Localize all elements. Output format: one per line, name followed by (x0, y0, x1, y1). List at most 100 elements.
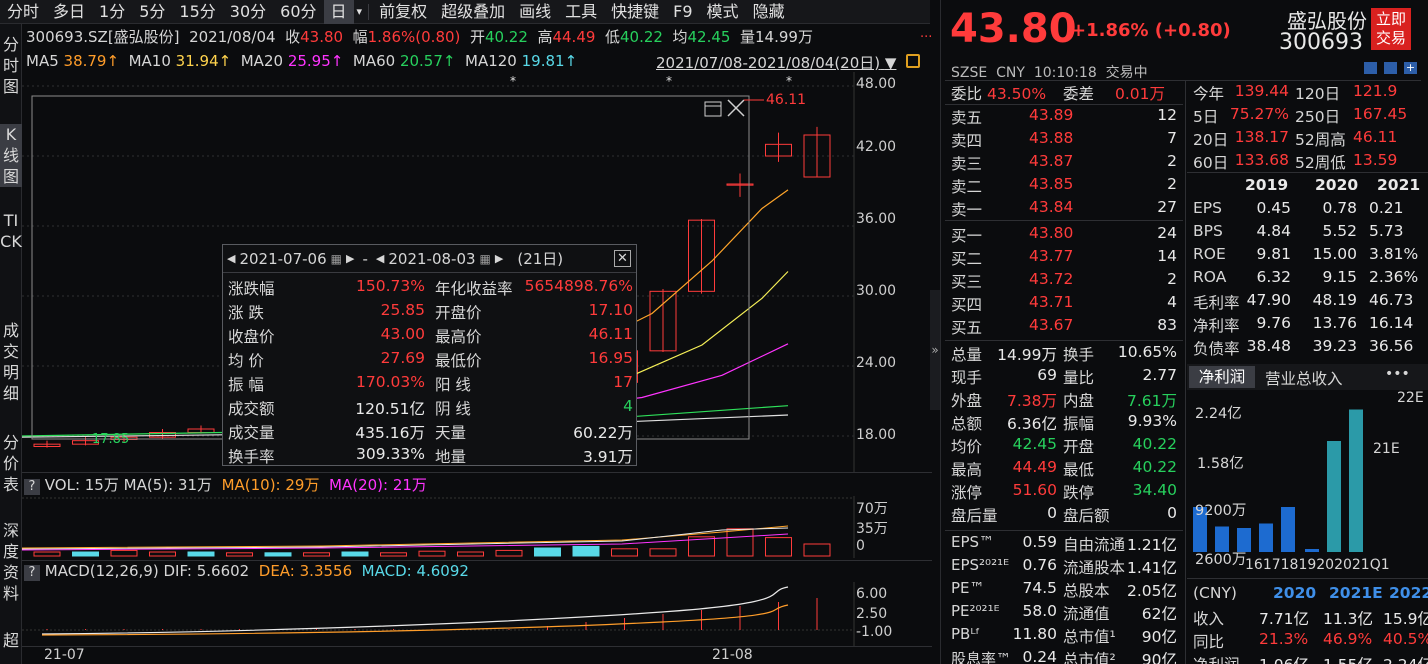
volume-legend: ? VOL: 15万 MA(5): 31万 MA(10): 29万 MA(20)… (24, 474, 427, 495)
vtab-more[interactable]: 超 (0, 630, 22, 651)
tools-button[interactable]: 工具 (558, 0, 604, 24)
profit-bar (1305, 549, 1319, 552)
fin-value: 5.52 (1322, 222, 1357, 240)
window-icon[interactable] (1384, 62, 1397, 74)
weicha-value: 0.01万 (1114, 85, 1165, 103)
profit-bar (1349, 409, 1363, 552)
tab-5min[interactable]: 5分 (132, 0, 172, 24)
shortcut-button[interactable]: 快捷键 (604, 0, 666, 24)
tab-30min[interactable]: 30分 (223, 0, 273, 24)
bid-price: 43.77 (1029, 247, 1074, 265)
close-popup-icon[interactable]: ✕ (614, 250, 631, 267)
low-value: 40.22 (619, 28, 663, 46)
draw-button[interactable]: 画线 (512, 0, 558, 24)
fin-value: 38.48 (1246, 337, 1291, 355)
avg-value: 42.45 (687, 28, 731, 46)
calendar-icon[interactable]: ▦ (331, 252, 342, 266)
forecast-value: 1.55亿 (1323, 653, 1373, 664)
perf-label: 250日 (1295, 108, 1341, 126)
tab-revenue[interactable]: 营业总收入 (1265, 367, 1343, 389)
edit-icon[interactable] (1364, 62, 1377, 74)
next-start-icon[interactable]: ▶ (346, 252, 354, 265)
more-icon[interactable]: ••• (1385, 366, 1410, 382)
trade-button[interactable]: 立即交易 (1371, 8, 1411, 50)
start-date[interactable]: 2021-07-06 (239, 250, 326, 268)
calendar-icon[interactable]: ▦ (480, 252, 491, 266)
stat-label: 开盘 (1063, 438, 1095, 456)
volume-bar (457, 551, 484, 557)
popup-value: 27.69 (380, 349, 425, 367)
close-selection-icon[interactable] (727, 99, 745, 117)
vol-current: VOL: 15万 (44, 476, 119, 494)
fin-value: 9.76 (1256, 314, 1291, 332)
vtab-depth[interactable]: 深度资料 (0, 520, 22, 604)
adjust-button[interactable]: 前复权 (372, 0, 434, 24)
event-star-icon[interactable]: * (666, 74, 672, 88)
hide-button[interactable]: 隐藏 (746, 0, 792, 24)
vtab-tick[interactable]: TICK (0, 210, 22, 252)
mode-button[interactable]: 模式 (700, 0, 746, 24)
popup-value: 435.16万 (355, 424, 425, 442)
lock-icon[interactable] (906, 54, 920, 68)
macd-value: MACD: 4.6092 (361, 562, 469, 580)
weicha-label: 委差 (1063, 85, 1095, 103)
panel-divider (22, 560, 932, 561)
vtab-trades[interactable]: 成交明细 (0, 320, 22, 404)
popup-value: 16.95 (588, 349, 633, 367)
vtab-kline[interactable]: K线图 (0, 124, 22, 187)
vol-ma-line (22, 525, 789, 549)
range-dropdown-icon[interactable]: ▼ (885, 54, 897, 72)
ask-price: 43.88 (1029, 129, 1074, 147)
perf-label: 120日 (1295, 85, 1341, 103)
bid-volume: 2 (1167, 270, 1177, 288)
period-dropdown-icon[interactable]: ▾ (354, 0, 366, 24)
fund-value: 0.24 (1022, 648, 1057, 664)
perf-value: 121.9 (1353, 82, 1398, 100)
tab-intraday[interactable]: 分时 (0, 0, 46, 24)
open-value: 40.22 (484, 28, 528, 46)
overlay-button[interactable]: 超级叠加 (434, 0, 512, 24)
tab-1min[interactable]: 1分 (92, 0, 132, 24)
vtab-price-table[interactable]: 分价表 (0, 432, 22, 495)
stat-value: 10.65% (1117, 343, 1177, 361)
popup-value: 43.00 (380, 325, 425, 343)
divider (945, 80, 1421, 81)
popup-value: 5654898.76% (524, 277, 633, 295)
ask-label: 卖二 (951, 178, 983, 196)
add-icon[interactable]: + (1404, 62, 1417, 74)
next-end-icon[interactable]: ▶ (495, 252, 503, 265)
vol-tick: 70万 (856, 501, 888, 517)
ma120-value: 19.81↑ (521, 52, 578, 70)
event-star-icon[interactable]: * (510, 74, 516, 88)
stock-info-line: 300693.SZ[盛弘股份] 2021/08/04 收43.80 幅1.86%… (26, 26, 813, 47)
macd-chart[interactable] (22, 582, 932, 646)
prev-start-icon[interactable]: ◀ (227, 252, 235, 265)
f9-button[interactable]: F9 (666, 0, 699, 24)
tab-multiday[interactable]: 多日 (46, 0, 92, 24)
vol-value: 14.99万 (755, 28, 813, 46)
maximize-icon[interactable] (704, 101, 722, 117)
collapse-arrow-icon[interactable]: » (930, 290, 940, 410)
close-label: 收 (285, 28, 301, 46)
tab-15min[interactable]: 15分 (172, 0, 222, 24)
tab-60min[interactable]: 60分 (273, 0, 323, 24)
fin-year: 2019 (1245, 176, 1289, 194)
stat-value: 14.99万 (997, 346, 1057, 364)
vtab-intraday[interactable]: 分时图 (0, 34, 22, 97)
volume-chart[interactable] (22, 496, 932, 558)
bid-label: 买五 (951, 319, 983, 337)
tab-daily[interactable]: 日 (323, 0, 354, 24)
price-tick: 42.00 (856, 139, 897, 155)
event-star-icon[interactable]: * (786, 74, 792, 88)
range-selector[interactable]: 2021/07/08-2021/08/04(20日) ▼ (656, 52, 896, 73)
tab-net-profit[interactable]: 净利润 (1189, 366, 1255, 388)
help-icon[interactable]: ? (24, 479, 40, 495)
end-date[interactable]: 2021-08-03 (388, 250, 475, 268)
bid-price: 43.80 (1029, 224, 1074, 242)
more-dots-icon[interactable]: ··· (920, 30, 932, 45)
vol-ma20: MA(20): 21万 (329, 476, 427, 494)
help-icon[interactable]: ? (24, 565, 40, 581)
forecast-value: 2.24亿 (1383, 653, 1428, 664)
prev-end-icon[interactable]: ◀ (376, 252, 384, 265)
open-label: 开 (469, 28, 485, 46)
